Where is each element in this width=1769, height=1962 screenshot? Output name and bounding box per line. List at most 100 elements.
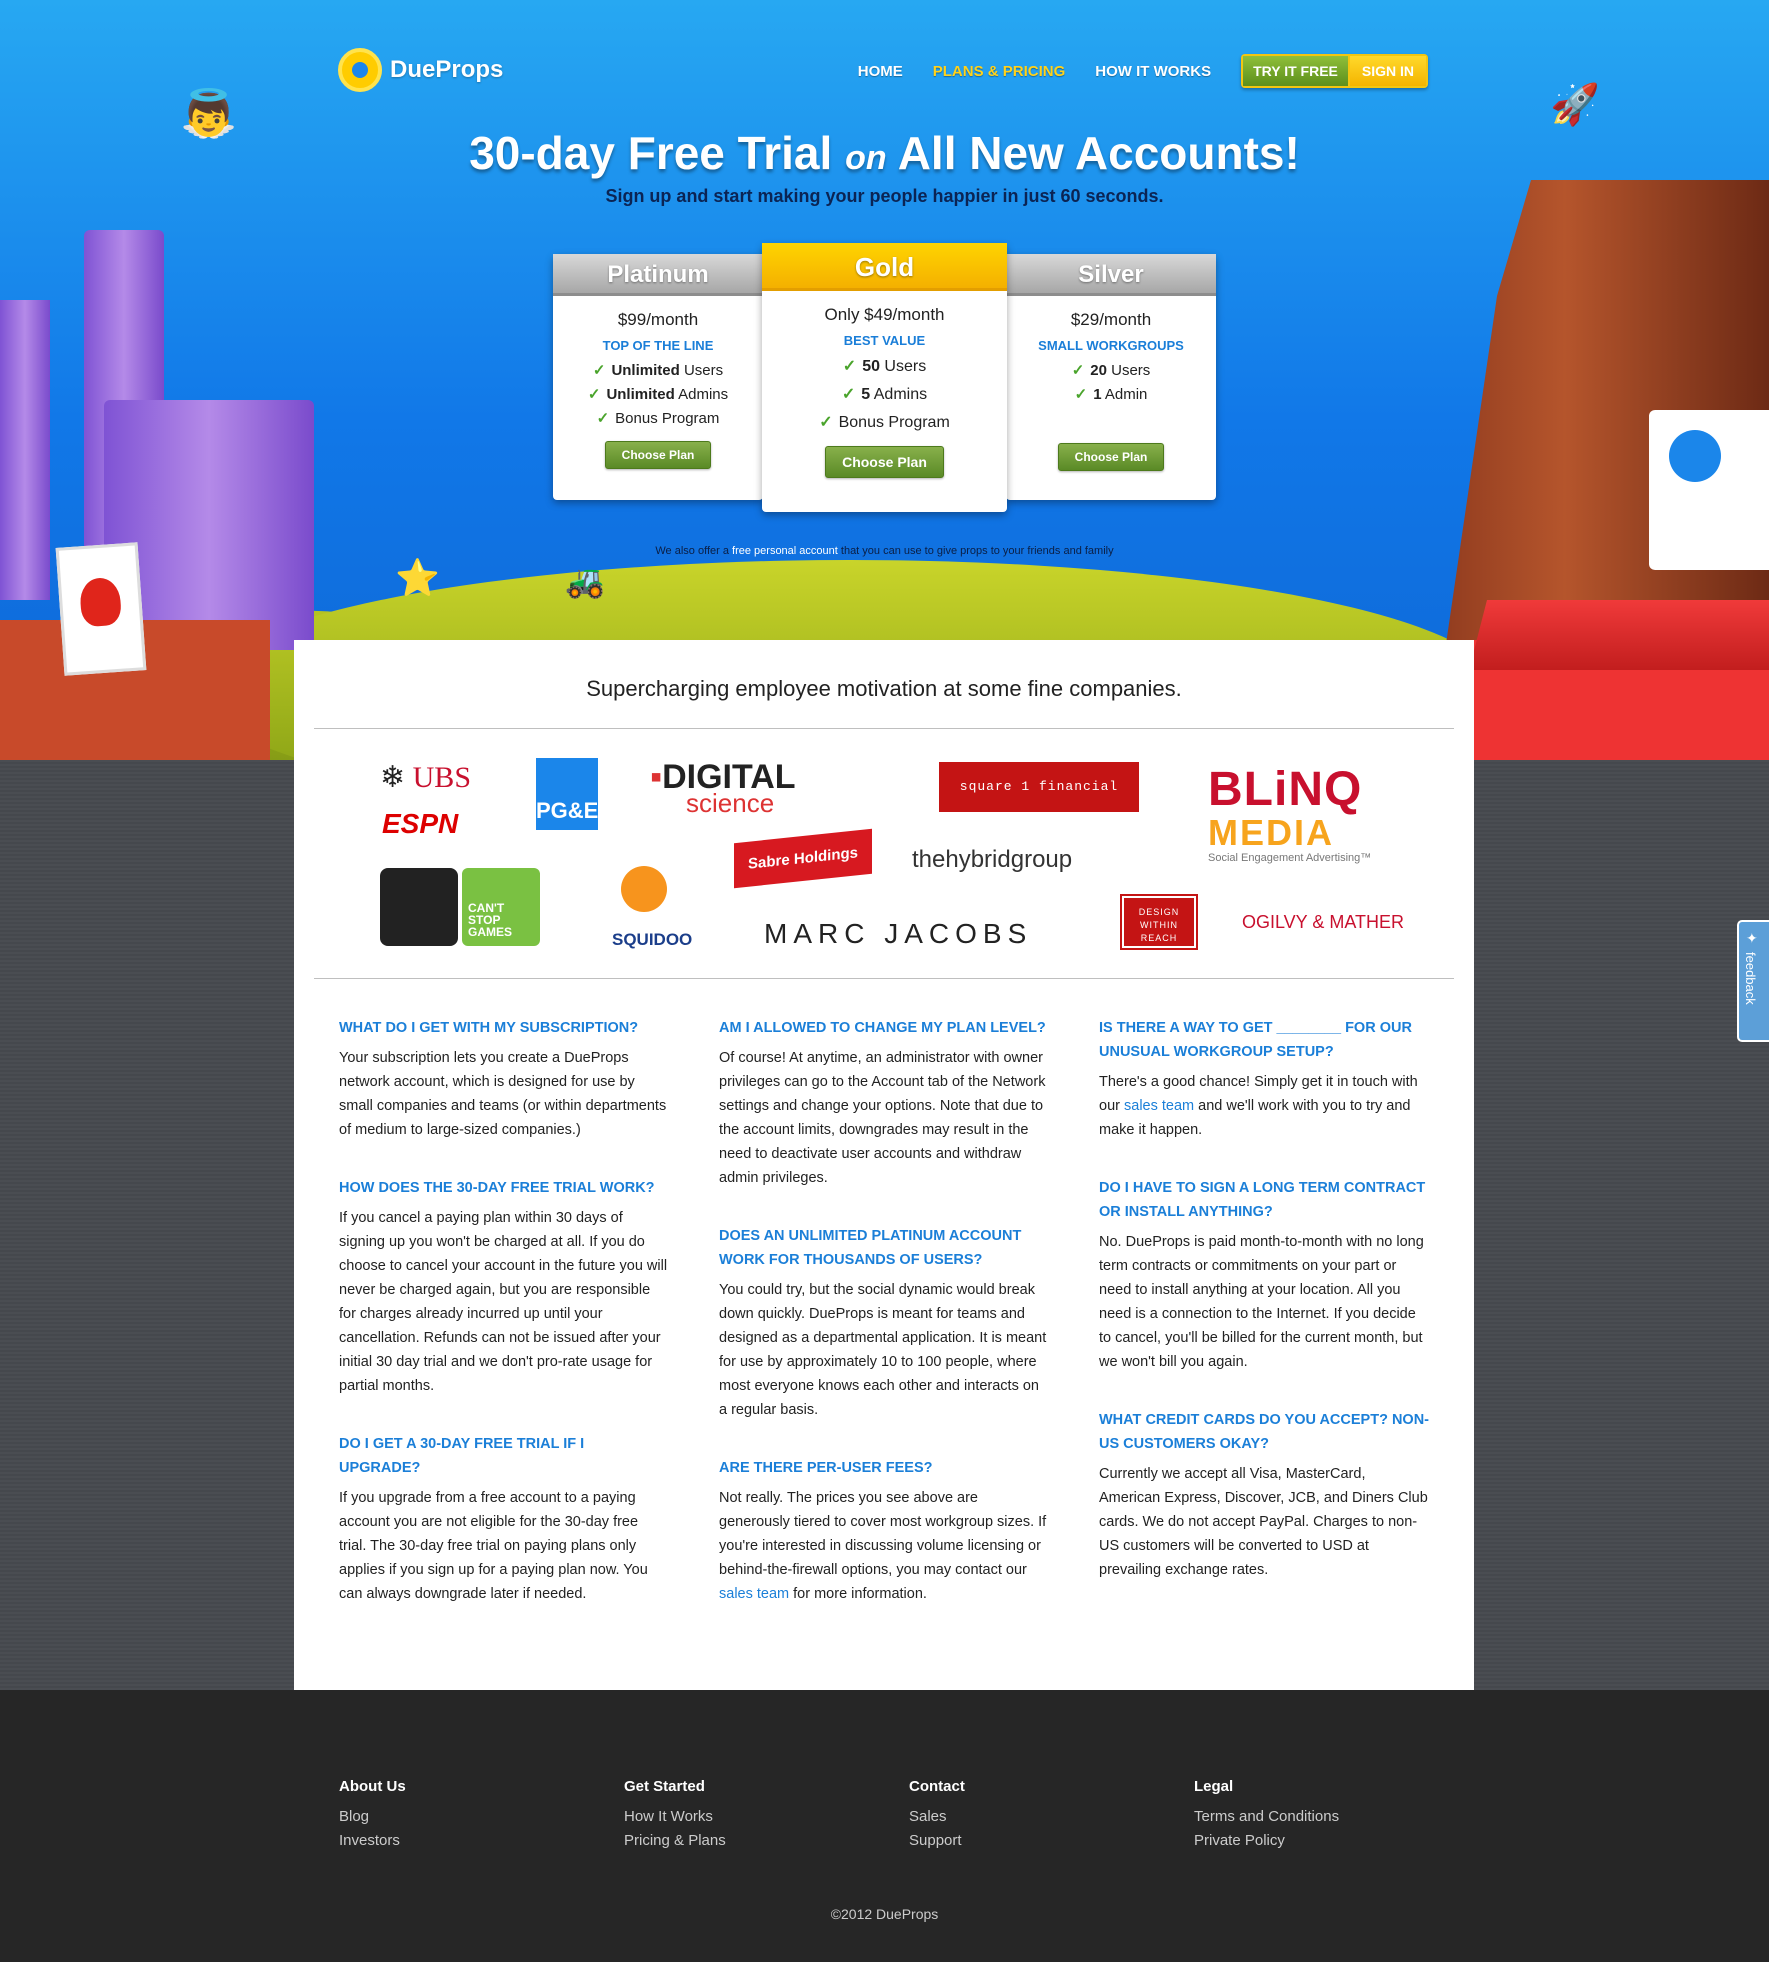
faq-answer: Not really. The prices you see above are… [719,1490,1047,1602]
logo-ubs: ❄ UBS [380,761,471,794]
plan-feature: ✓ 1 Admin [1074,386,1148,403]
subheadline: Sign up and start making your people hap… [605,186,1164,206]
logo-squidoo: SQUIDOO [612,930,693,949]
dueprops-logo-icon [338,48,382,92]
companies-tagline: Supercharging employee motivation at som… [586,676,1182,701]
footer-link-pricing[interactable]: Pricing & Plans [624,1829,864,1853]
faq-question: What do I get with my subscription? [339,1020,639,1036]
auth-buttons: TRY IT FREE SIGN IN [1241,54,1428,88]
plan-name: Gold [762,243,1007,291]
logo-design-within-reach: DESIGN WITHIN REACH [1120,894,1198,950]
faq-answer: If you cancel a paying plan within 30 da… [339,1210,668,1394]
check-icon: ✓ [1071,362,1085,379]
footer-column-legal: Legal Terms and Conditions Private Polic… [1194,1778,1434,1853]
faq-column-2: Am I allowed to change my plan level? Of… [719,1016,1049,1640]
feedback-label: feedback [1743,952,1758,1005]
faq-question: Am I allowed to change my plan level? [719,1020,1046,1036]
footer-heading: Get Started [624,1778,705,1795]
bulldozer-character-icon: 🚜 [565,563,605,599]
footer-link-sales[interactable]: Sales [909,1805,1149,1829]
plan-tag: SMALL WORKGROUPS [1038,338,1184,353]
check-icon: ✓ [592,362,606,379]
logo-pge: PG&E [536,758,598,830]
plan-price: $99/month [617,310,699,329]
check-icon: ✓ [819,414,833,431]
faq-answer: Currently we accept all Visa, MasterCard… [1099,1466,1428,1578]
nav-home[interactable]: HOME [858,63,903,80]
logo-cant-stop-games: CAN'T STOP GAMES [380,868,540,950]
plan-card-platinum: Platinum $99/month TOP OF THE LINE ✓ Unli… [553,254,763,500]
logo-science: science [686,788,775,818]
plan-tag: TOP OF THE LINE [602,338,714,353]
faq-question: Does an Unlimited Platinum account work … [719,1228,1022,1268]
divider [314,978,1454,979]
star-character-icon: ⭐ [395,557,440,598]
try-it-free-button[interactable]: TRY IT FREE [1241,54,1348,88]
logo-blinq-tagline: Social Engagement Advertising™ [1208,852,1372,864]
footer: About Us Blog Investors Get Started How … [0,1690,1769,1962]
footer-heading: About Us [339,1778,406,1795]
logo-hybrid-group: thehybridgroup [912,846,1073,873]
free-personal-account-link[interactable]: free personal account [732,545,838,557]
faq-answer: There's a good chance! Simply get it in … [1099,1074,1418,1138]
check-icon: ✓ [842,358,857,375]
faq-answer: If you upgrade from a free account to a … [339,1490,648,1602]
store-awning [1469,600,1769,670]
plan-card-gold: Gold Only $49/month BEST VALUE ✓ 50 Users… [762,243,1007,512]
footer-link-support[interactable]: Support [909,1829,1149,1853]
top-nav: DueProps HOME PLANS & PRICING HOW IT WOR… [338,48,1428,92]
faq-question: Do I have to sign a long term contract o… [1099,1180,1426,1220]
nav-links: HOME PLANS & PRICING HOW IT WORKS TRY IT… [858,54,1428,88]
choose-plan-button-silver[interactable]: Choose Plan [1057,443,1165,471]
footer-link-blog[interactable]: Blog [339,1805,579,1829]
footer-heading: Contact [909,1778,965,1795]
logo-sabre: Sabre Holdings [734,828,873,889]
plan-price: $29/month [1070,310,1152,329]
ace-card [55,542,147,676]
logo[interactable]: DueProps [338,48,503,92]
sales-team-link[interactable]: sales team [1124,1098,1194,1114]
logo-blinq-media: MEDIA [1208,812,1334,853]
plan-card-silver: Silver $29/month SMALL WORKGROUPS ✓ 20 Us… [1006,254,1216,500]
plan-feature: ✓ Unlimited Admins [587,386,729,403]
footer-link-terms[interactable]: Terms and Conditions [1194,1805,1434,1829]
squidoo-mascot-icon [604,866,684,922]
faq-column-3: Is there a way to get ________ for our u… [1099,1016,1429,1616]
sign-in-button[interactable]: SIGN IN [1347,54,1428,88]
nav-how-it-works[interactable]: HOW IT WORKS [1095,63,1211,80]
footer-column-contact: Contact Sales Support [909,1778,1149,1853]
faq-answer: No. DueProps is paid month-to-month with… [1099,1234,1424,1370]
footer-column-about: About Us Blog Investors [339,1778,579,1853]
footer-link-privacy[interactable]: Private Policy [1194,1829,1434,1853]
headline-on: on [845,139,887,177]
choose-plan-button-gold[interactable]: Choose Plan [825,446,944,478]
nav-plans-pricing[interactable]: PLANS & PRICING [933,63,1066,80]
check-icon: ✓ [596,410,610,427]
plan-name: Platinum [553,254,763,296]
feedback-tab[interactable]: ✦ feedback [1737,920,1769,1042]
footer-link-investors[interactable]: Investors [339,1829,579,1853]
faq-question: Is there a way to get ________ for our u… [1099,1020,1412,1060]
content-card: Supercharging employee motivation at som… [294,640,1474,1742]
faq-question: What credit cards do you accept? Non-US … [1099,1412,1430,1452]
logo-blinq: BLiNQ [1208,763,1363,816]
logo-text: DueProps [390,56,504,83]
faq-question: Are there per-user fees? [719,1460,933,1476]
faq-answer: Your subscription lets you create a DueP… [339,1050,667,1138]
logo-marc-jacobs: MARC JACOBS [764,918,1033,949]
faq-column-1: What do I get with my subscription? Your… [339,1016,669,1640]
lightbulb-icon: ✦ [1746,930,1758,946]
plan-feature: ✓ 20 Users [1071,362,1151,379]
plan-feature: ✓ Unlimited Users [592,362,724,379]
page-title: 30-day Free Trial on All New Accounts! [0,126,1769,180]
copyright: ©2012 DueProps [830,1906,939,1922]
plan-feature: ✓ Bonus Program [596,410,720,427]
plan-feature: ✓ 50 Users [842,358,927,375]
footer-link-how-it-works[interactable]: How It Works [624,1805,864,1829]
choose-plan-button-platinum[interactable]: Choose Plan [604,441,712,469]
plan-name: Silver [1006,254,1216,296]
sales-team-link[interactable]: sales team [719,1586,789,1602]
divider [314,728,1454,729]
rocket-character-icon: 🚀 [1550,83,1600,127]
headline-part-2: All New Accounts! [897,127,1300,179]
